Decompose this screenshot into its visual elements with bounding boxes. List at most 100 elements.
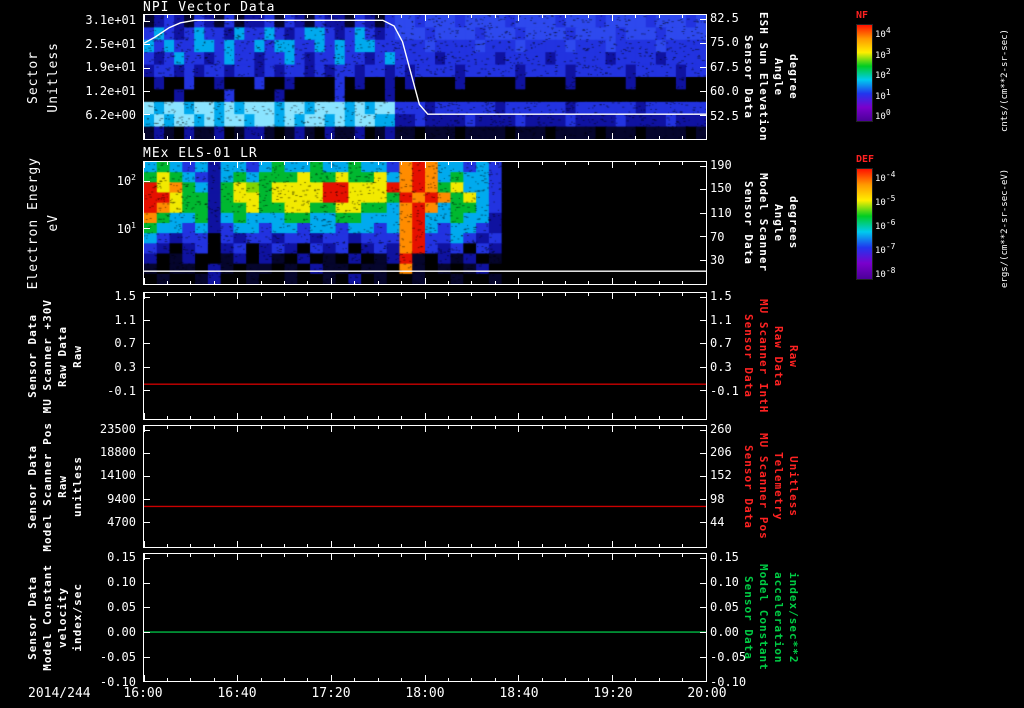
x-tick-mark <box>518 15 520 21</box>
x-axis-date-label: 2014/244 <box>28 686 91 701</box>
x-tick-label-1600: 16:00 <box>123 686 163 701</box>
y-tick-mark <box>144 681 150 682</box>
nf-colorbar-tick-label: 100 <box>875 108 891 122</box>
p1-right-tick-label: 60.0 <box>710 84 739 99</box>
p3-right-axis-label: Sensor Data MU Scanner IntH Raw Data Raw <box>742 292 800 420</box>
x-tick-mark <box>330 675 332 681</box>
p3-overlay <box>144 383 706 385</box>
p3-left-label-line: Sensor Data <box>26 314 39 398</box>
x-tick-mark <box>284 281 285 284</box>
p5-left-label-line: Model Constant <box>41 564 54 671</box>
p4-right-tick-label: 260 <box>710 421 732 436</box>
panel-mu-scanner-raw: 1.5 1.1 0.7 0.3 -0.1 1.5 1.1 0.7 0.3 -0.1 Sensor D… <box>0 288 1024 420</box>
p5-right-tick-label: -0.05 <box>710 650 747 665</box>
x-tick-mark <box>518 541 520 547</box>
p2-right-label-line: Model Scanner <box>757 173 770 273</box>
x-tick-mark <box>166 162 168 165</box>
y-tick-mark <box>144 366 150 368</box>
x-tick-mark <box>424 554 426 560</box>
x-tick-mark <box>166 281 168 284</box>
x-tick-mark <box>237 426 239 432</box>
x-tick-mark <box>658 162 660 165</box>
p1-left-tick-label: 6.2e+00 <box>85 107 136 122</box>
p3-right-tick-label: 1.5 <box>710 288 732 303</box>
y-tick-mark <box>700 607 706 609</box>
x-tick-mark <box>354 678 356 681</box>
x-tick-mark <box>658 678 660 681</box>
x-tick-mark <box>565 281 566 284</box>
x-tick-mark <box>494 544 496 547</box>
x-tick-mark <box>447 416 449 419</box>
x-tick-mark <box>611 15 613 21</box>
x-tick-mark <box>260 15 262 18</box>
p3-right-label-line: Sensor Data <box>742 314 755 398</box>
x-tick-mark <box>588 416 590 419</box>
p3-right-tick-label: -0.1 <box>710 383 739 398</box>
x-tick-mark <box>401 426 403 429</box>
x-tick-mark <box>143 413 145 419</box>
x-tick-mark <box>471 162 473 165</box>
p4-right-tick-label: 98 <box>710 491 725 506</box>
x-tick-mark <box>237 162 239 168</box>
x-tick-mark <box>635 162 637 165</box>
x-tick-mark <box>494 678 496 681</box>
x-tick-mark <box>447 678 449 681</box>
x-tick-mark <box>377 162 379 165</box>
x-tick-mark <box>635 416 637 419</box>
x-tick-mark <box>518 293 520 299</box>
p3-left-tick-label: 1.1 <box>114 312 136 327</box>
x-tick-mark <box>635 15 637 18</box>
y-tick-mark <box>144 521 150 523</box>
x-tick-mark <box>518 426 520 432</box>
x-tick-mark <box>658 426 660 429</box>
nf-colorbar-tick-label: 103 <box>875 46 891 61</box>
x-tick-mark <box>705 278 707 284</box>
def-colorbar-tick-label: 10-4 <box>875 170 896 184</box>
x-tick-mark <box>377 15 379 18</box>
y-tick-mark <box>144 180 150 182</box>
p1-left-axis-label: Sector Unitless <box>26 14 61 140</box>
p2-right-label-line: Sensor Data <box>742 181 755 265</box>
y-tick-mark <box>144 227 150 229</box>
x-tick-mark <box>424 133 426 139</box>
x-tick-mark <box>635 136 637 139</box>
x-tick-mark <box>447 426 449 429</box>
x-tick-mark <box>330 133 332 139</box>
x-tick-mark <box>213 426 215 429</box>
y-tick-mark <box>144 296 150 298</box>
p5-left-tick-label: 0.10 <box>107 575 136 590</box>
colorbar-def-units: ergs/(cm**2-sr-sec-eV) <box>1000 168 1010 288</box>
x-tick-mark <box>611 293 613 299</box>
x-tick-mark <box>658 136 660 139</box>
x-tick-mark <box>541 426 543 429</box>
x-tick-mark <box>565 678 566 681</box>
y-tick-mark <box>144 632 150 634</box>
x-tick-mark <box>377 293 379 296</box>
y-tick-mark <box>700 67 706 69</box>
x-tick-mark <box>635 281 637 284</box>
y-tick-mark <box>700 498 706 500</box>
p1-right-tick-label: 52.5 <box>710 109 739 124</box>
x-tick-mark <box>635 544 637 547</box>
x-tick-mark <box>260 136 262 139</box>
x-tick-mark <box>166 15 168 18</box>
x-tick-mark <box>635 293 637 296</box>
p4-left-tick-label: 9400 <box>107 491 136 506</box>
p1-right-tick-label: 82.5 <box>710 10 739 25</box>
y-tick-mark <box>144 390 150 392</box>
x-tick-mark <box>541 554 543 557</box>
p3-left-tick-label: 1.5 <box>114 288 136 303</box>
p4-left-label-line: Model Scanner Pos <box>41 421 54 552</box>
p3-right-label-line: Raw <box>787 344 800 368</box>
y-tick-mark <box>700 557 706 559</box>
x-tick-mark <box>166 678 168 681</box>
p5-right-tick-label: 0.15 <box>710 549 739 564</box>
x-tick-mark <box>611 426 613 432</box>
x-tick-mark <box>237 293 239 299</box>
p1-left-label-line: Sector <box>26 50 41 104</box>
x-tick-mark <box>284 293 285 296</box>
p2-overlay <box>144 270 706 272</box>
x-tick-mark <box>260 162 262 165</box>
x-tick-mark <box>588 162 590 165</box>
x-tick-mark <box>143 133 145 139</box>
